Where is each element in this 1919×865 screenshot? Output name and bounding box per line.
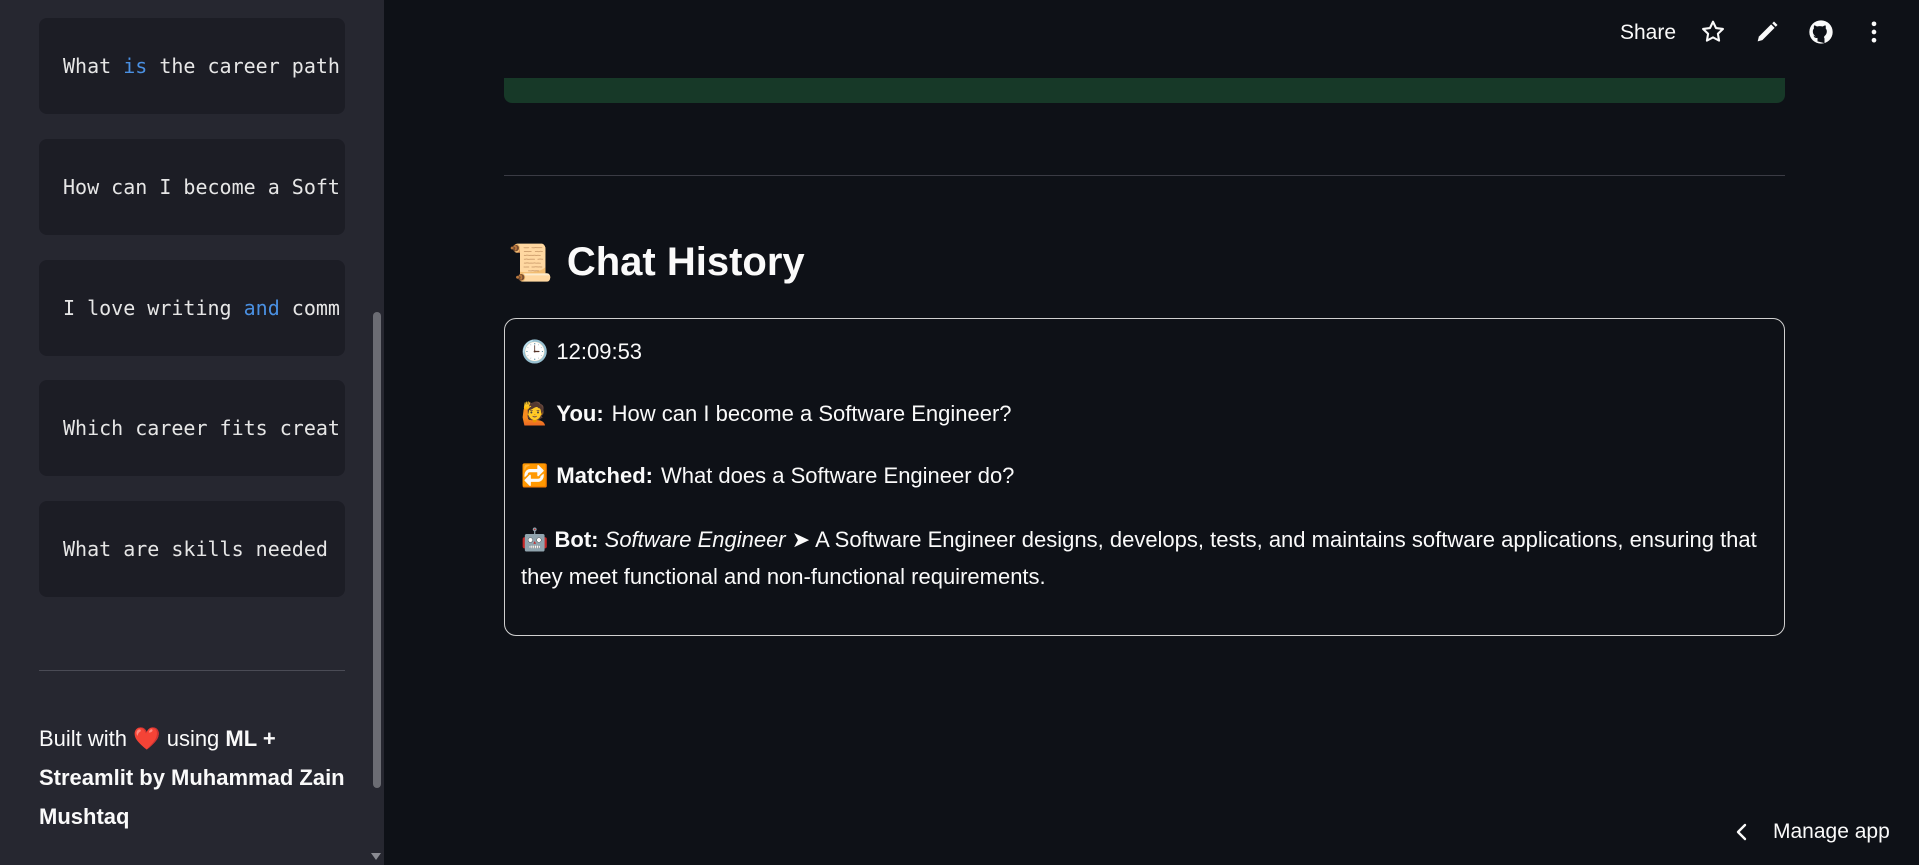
you-label: You:	[556, 401, 604, 426]
repeat-icon: 🔁	[521, 463, 549, 488]
matched-label: Matched:	[556, 463, 653, 488]
main-divider	[504, 175, 1785, 176]
manage-app-label: Manage app	[1773, 820, 1890, 843]
footer-middle: using	[166, 726, 220, 751]
chat-bot-response: 🤖 Bot: Software Engineer ➤ A Software En…	[521, 521, 1771, 595]
arrow-icon: ➤	[791, 527, 811, 552]
success-banner	[504, 78, 1785, 103]
chat-history-card: 🕒 12:09:53 🙋 You: How can I become a Sof…	[504, 318, 1785, 636]
heart-icon: ❤️	[133, 726, 161, 751]
heading-text: Chat History	[566, 240, 805, 284]
clock-icon: 🕒	[521, 339, 549, 364]
scroll-down-arrow-icon[interactable]	[371, 853, 381, 860]
sidebar-scrollbar-thumb[interactable]	[373, 312, 381, 788]
raised-hand-icon: 🙋	[521, 401, 549, 426]
sidebar-code-block[interactable]: What is the career path	[39, 18, 345, 114]
share-button[interactable]: Share	[1620, 21, 1676, 45]
star-icon[interactable]	[1699, 18, 1727, 46]
sidebar-footer: Built with ❤️ using ML + Streamlit by Mu…	[39, 719, 359, 836]
sidebar-code-block[interactable]: How can I become a Soft	[39, 139, 345, 235]
matched-text: What does a Software Engineer do?	[660, 463, 1015, 488]
code-text: Which career fits creat	[63, 416, 340, 440]
chat-user-message: 🙋 You: How can I become a Software Engin…	[521, 401, 1012, 427]
chat-timestamp: 🕒 12:09:53	[521, 339, 642, 365]
code-text: I love writing	[63, 296, 244, 320]
bot-label: Bot:	[554, 527, 599, 552]
code-text: the career path	[147, 54, 340, 78]
sidebar-code-block[interactable]: I love writing and comm	[39, 260, 345, 356]
timestamp-text: 12:09:53	[556, 339, 643, 364]
code-text: comm	[279, 296, 340, 320]
chevron-left-icon	[1736, 823, 1747, 841]
sidebar: What is the career path How can I become …	[0, 0, 384, 865]
github-icon[interactable]	[1807, 18, 1835, 46]
sidebar-code-block[interactable]: Which career fits creat	[39, 380, 345, 476]
chat-matched-question: 🔁 Matched: What does a Software Engineer…	[521, 463, 1014, 489]
code-text: What are skills needed	[63, 537, 340, 561]
robot-icon: 🤖	[521, 527, 549, 552]
code-keyword: is	[123, 54, 148, 78]
footer-prefix: Built with	[39, 726, 128, 751]
code-keyword: and	[243, 296, 280, 320]
manage-app-button[interactable]: Manage app	[1735, 820, 1890, 844]
bot-career: Software Engineer	[604, 527, 786, 552]
you-text: How can I become a Software Engineer?	[611, 401, 1012, 426]
code-text: What	[63, 54, 124, 78]
code-text: How can I become a Soft	[63, 175, 340, 199]
pencil-icon[interactable]	[1753, 18, 1781, 46]
sidebar-code-block[interactable]: What are skills needed	[39, 501, 345, 597]
scroll-icon: 📜	[508, 241, 553, 283]
sidebar-divider	[39, 670, 345, 671]
chat-history-heading: 📜 Chat History	[508, 240, 805, 285]
more-vertical-icon[interactable]	[1860, 18, 1888, 46]
